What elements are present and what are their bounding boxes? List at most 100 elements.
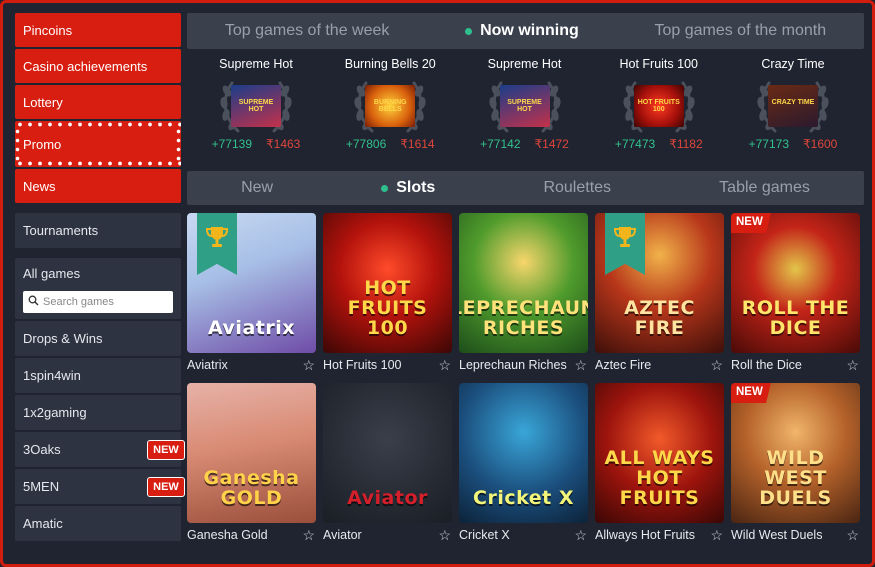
sidebar-item-promo[interactable]: Promo — [15, 121, 181, 167]
sidebar-item-label: Tournaments — [23, 223, 99, 238]
category-tabbar: New Slots Roulettes Table games — [187, 171, 864, 205]
marquee-lights — [15, 127, 20, 161]
game-card[interactable]: Ganesha GOLD Ganesha Gold ☆ — [187, 383, 316, 547]
tab-top-week[interactable]: Top games of the week — [225, 22, 390, 40]
tab-label: New — [241, 179, 274, 196]
star-icon[interactable]: ☆ — [846, 357, 859, 374]
provider-label: Amatic — [23, 516, 63, 531]
sidebar-item-news[interactable]: News — [15, 169, 181, 203]
game-card-footer: Aviatrix ☆ — [187, 353, 316, 377]
winners-strip: Supreme Hot SUPREME HOT +77139 ₹1463 Bur… — [187, 49, 864, 167]
provider-label: 1x2gaming — [23, 405, 87, 420]
laurel-wreath-icon: CRAZY TIME — [755, 75, 831, 137]
winner-game-name: Crazy Time — [761, 57, 825, 71]
winner-card[interactable]: Supreme Hot SUPREME HOT +77139 ₹1463 — [197, 57, 315, 167]
game-thumbnail[interactable]: Aviator — [323, 383, 452, 523]
tab-roulettes[interactable]: Roulettes — [543, 179, 611, 197]
game-thumbnail[interactable]: NEW WILD WEST DUELS — [731, 383, 860, 523]
provider-5men[interactable]: 5MEN NEW — [15, 469, 185, 504]
game-card[interactable]: HOT FRUITS 100 Hot Fruits 100 ☆ — [323, 213, 452, 377]
sidebar-item-tournaments[interactable]: Tournaments — [15, 213, 181, 248]
provider-1spin4win[interactable]: 1spin4win — [15, 358, 181, 393]
trophy-icon — [605, 213, 645, 275]
game-name: Cricket X — [459, 528, 510, 542]
winner-card[interactable]: Crazy Time CRAZY TIME +77173 ₹1600 — [734, 57, 852, 167]
sidebar-item-lottery[interactable]: Lottery — [15, 85, 181, 119]
winner-stats: +77142 ₹1472 — [480, 137, 569, 151]
game-art-title: ALL WAYS HOT FRUITS — [604, 447, 715, 510]
provider-1x2gaming[interactable]: 1x2gaming — [15, 395, 181, 430]
game-card[interactable]: LEPRECHAUN RICHES Leprechaun Riches ☆ — [459, 213, 588, 377]
provider-label: 1spin4win — [23, 368, 81, 383]
star-icon[interactable]: ☆ — [438, 357, 451, 374]
search-input[interactable] — [43, 296, 163, 308]
star-icon[interactable]: ☆ — [574, 357, 587, 374]
star-icon[interactable]: ☆ — [438, 527, 451, 544]
winner-game-thumbnail[interactable]: CRAZY TIME — [768, 85, 818, 127]
provider-label: 3Oaks — [23, 442, 61, 457]
tab-slots[interactable]: Slots — [381, 179, 435, 197]
win-amount: +77139 — [211, 137, 253, 151]
provider-drops-wins[interactable]: Drops & Wins — [15, 321, 181, 356]
winner-game-thumbnail[interactable]: BURNING BELLS — [365, 85, 416, 127]
tab-label: Now winning — [480, 22, 579, 39]
tab-label: Roulettes — [543, 179, 612, 196]
game-name: Allways Hot Fruits — [595, 528, 696, 542]
winner-stats: +77806 ₹1614 — [346, 137, 435, 151]
provider-amatic[interactable]: Amatic — [15, 506, 181, 541]
game-name: Aviator — [323, 528, 362, 542]
winner-card[interactable]: Hot Fruits 100 HOT FRUITS 100 +77473 ₹11… — [600, 57, 718, 167]
game-card[interactable]: ALL WAYS HOT FRUITS Allways Hot Fruits ☆ — [595, 383, 724, 547]
game-art-title: Aviator — [347, 487, 428, 510]
winner-game-thumbnail[interactable]: HOT FRUITS 100 — [633, 85, 684, 127]
star-icon[interactable]: ☆ — [302, 527, 315, 544]
laurel-wreath-icon: BURNING BELLS — [352, 75, 428, 137]
winner-game-name: Hot Fruits 100 — [619, 57, 698, 71]
star-icon[interactable]: ☆ — [710, 527, 723, 544]
winner-game-thumbnail[interactable]: SUPREME HOT — [231, 85, 281, 127]
game-thumbnail[interactable]: Ganesha GOLD — [187, 383, 316, 523]
game-name: Roll the Dice — [731, 358, 802, 372]
winner-card[interactable]: Burning Bells 20 BURNING BELLS +77806 ₹1… — [331, 57, 449, 167]
tab-top-month[interactable]: Top games of the month — [654, 22, 826, 40]
game-thumbnail[interactable]: Aviatrix — [187, 213, 316, 353]
game-thumbnail[interactable]: HOT FRUITS 100 — [323, 213, 452, 353]
sidebar-item-pincoins[interactable]: Pincoins — [15, 13, 181, 47]
winner-thumb-text: CRAZY TIME — [771, 99, 815, 106]
game-card-footer: Leprechaun Riches ☆ — [459, 353, 588, 377]
star-icon[interactable]: ☆ — [710, 357, 723, 374]
game-card[interactable]: AZTEC FIRE Aztec Fire ☆ — [595, 213, 724, 377]
search-box[interactable] — [23, 291, 173, 313]
tab-label: Top games of the week — [224, 22, 390, 39]
game-art-title: LEPRECHAUN RICHES — [459, 297, 588, 340]
winner-game-thumbnail[interactable]: SUPREME HOT — [499, 85, 550, 127]
provider-3oaks[interactable]: 3Oaks NEW — [15, 432, 185, 467]
winner-card[interactable]: Supreme Hot SUPREME HOT +77142 ₹1472 — [466, 57, 584, 167]
tab-new[interactable]: New — [241, 179, 273, 197]
tab-now-winning[interactable]: Now winning — [465, 22, 579, 40]
game-thumbnail[interactable]: Cricket X — [459, 383, 588, 523]
sidebar-item-casino-achievements[interactable]: Casino achievements — [15, 49, 181, 83]
tab-label: Table games — [719, 179, 810, 196]
star-icon[interactable]: ☆ — [302, 357, 315, 374]
tab-table-games[interactable]: Table games — [719, 179, 810, 197]
game-name: Aviatrix — [187, 358, 228, 372]
game-card-footer: Hot Fruits 100 ☆ — [323, 353, 452, 377]
star-icon[interactable]: ☆ — [574, 527, 587, 544]
win-amount: +77173 — [748, 137, 790, 151]
all-games-link[interactable]: All games — [23, 266, 173, 281]
game-card[interactable]: Aviator Aviator ☆ — [323, 383, 452, 547]
game-art-title: ROLL THE DICE — [741, 297, 850, 340]
game-thumbnail[interactable]: AZTEC FIRE — [595, 213, 724, 353]
game-card[interactable]: NEW WILD WEST DUELS Wild West Duels ☆ — [731, 383, 860, 547]
game-card[interactable]: Cricket X Cricket X ☆ — [459, 383, 588, 547]
game-card[interactable]: NEW ROLL THE DICE Roll the Dice ☆ — [731, 213, 860, 377]
winner-thumb-text: BURNING BELLS — [373, 99, 407, 113]
game-thumbnail[interactable]: LEPRECHAUN RICHES — [459, 213, 588, 353]
star-icon[interactable]: ☆ — [846, 527, 859, 544]
game-thumbnail[interactable]: ALL WAYS HOT FRUITS — [595, 383, 724, 523]
game-card[interactable]: Aviatrix Aviatrix ☆ — [187, 213, 316, 377]
game-card-footer: Aztec Fire ☆ — [595, 353, 724, 377]
game-card-footer: Wild West Duels ☆ — [731, 523, 860, 547]
game-thumbnail[interactable]: NEW ROLL THE DICE — [731, 213, 860, 353]
